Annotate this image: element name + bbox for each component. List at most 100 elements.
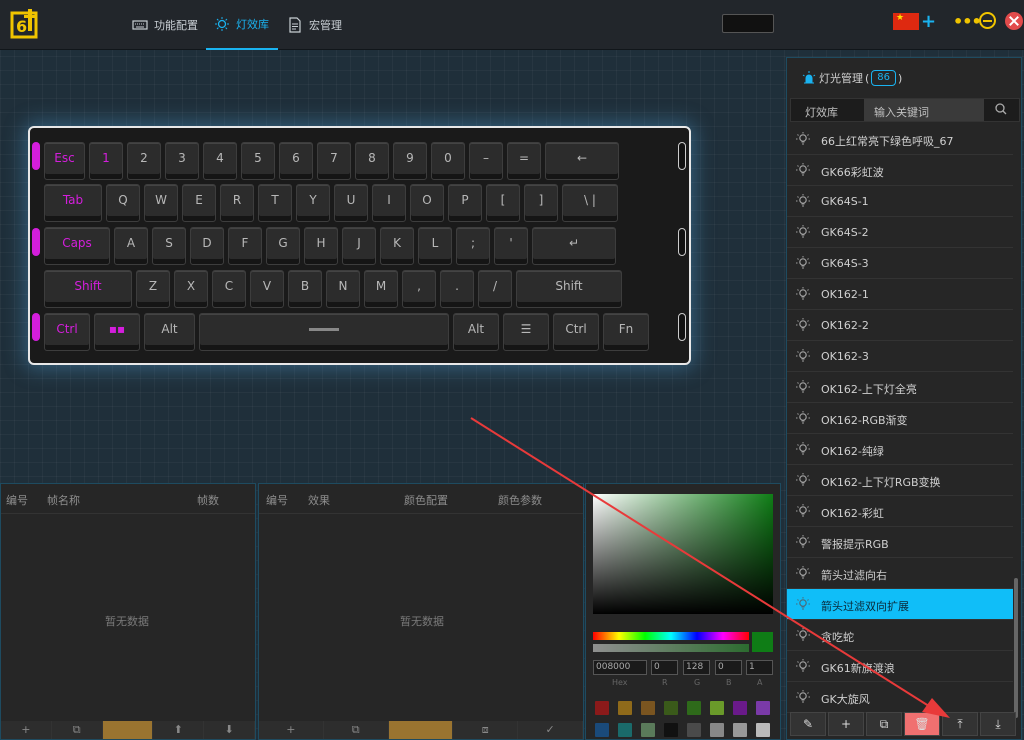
- color-swatch[interactable]: [710, 723, 724, 737]
- effect-list-item[interactable]: OK162-上下灯RGB变换: [787, 465, 1013, 496]
- key-2-12[interactable]: ↵: [532, 227, 616, 265]
- key-0-1[interactable]: 1: [89, 142, 123, 180]
- new-effect-button[interactable]: +: [828, 712, 864, 736]
- key-2-2[interactable]: S: [152, 227, 186, 265]
- key-3-6[interactable]: N: [326, 270, 360, 308]
- key-2-6[interactable]: H: [304, 227, 338, 265]
- key-1-6[interactable]: Y: [296, 184, 330, 222]
- key-0-10[interactable]: 0: [431, 142, 465, 180]
- key-3-10[interactable]: /: [478, 270, 512, 308]
- key-1-11[interactable]: [: [486, 184, 520, 222]
- effect-list-item[interactable]: OK162-彩虹: [787, 496, 1013, 527]
- color-swatch[interactable]: [618, 723, 632, 737]
- key-1-10[interactable]: P: [448, 184, 482, 222]
- key-4-2[interactable]: Alt: [144, 313, 195, 351]
- key-3-1[interactable]: Z: [136, 270, 170, 308]
- copy-effect-button[interactable]: ⧉: [323, 721, 389, 739]
- duplicate-effect-button[interactable]: ⧈: [453, 721, 519, 739]
- key-1-2[interactable]: W: [144, 184, 178, 222]
- search-icon[interactable]: [994, 102, 1008, 116]
- effect-list-item[interactable]: GK大旋风: [787, 682, 1013, 713]
- library-scrollbar[interactable]: [1014, 578, 1018, 718]
- key-0-11[interactable]: –: [469, 142, 503, 180]
- key-2-5[interactable]: G: [266, 227, 300, 265]
- color-swatch[interactable]: [664, 723, 678, 737]
- color-swatch[interactable]: [687, 701, 701, 715]
- effect-list-item[interactable]: GK64S-3: [787, 248, 1013, 279]
- key-1-4[interactable]: R: [220, 184, 254, 222]
- color-swatch[interactable]: [733, 701, 747, 715]
- move-down-frame-button[interactable]: ⬇: [204, 721, 255, 739]
- key-4-1[interactable]: ▪▪: [94, 313, 140, 351]
- key-3-8[interactable]: ,: [402, 270, 436, 308]
- key-2-9[interactable]: L: [418, 227, 452, 265]
- key-2-10[interactable]: ;: [456, 227, 490, 265]
- tab-light-library[interactable]: 灯效库: [206, 0, 278, 50]
- a-input[interactable]: 1: [746, 660, 773, 675]
- color-swatch[interactable]: [641, 723, 655, 737]
- color-swatch[interactable]: [756, 723, 770, 737]
- key-2-7[interactable]: J: [342, 227, 376, 265]
- effect-list-item[interactable]: OK162-RGB渐变: [787, 403, 1013, 434]
- effect-list-item[interactable]: OK162-1: [787, 279, 1013, 310]
- effect-list-item[interactable]: 箭头过滤向右: [787, 558, 1013, 589]
- key-4-4[interactable]: Alt: [453, 313, 499, 351]
- saturation-value-area[interactable]: [593, 494, 773, 614]
- key-4-5[interactable]: ☰: [503, 313, 549, 351]
- color-swatch[interactable]: [664, 701, 678, 715]
- confirm-effect-button[interactable]: ✓: [518, 721, 583, 739]
- key-0-4[interactable]: 4: [203, 142, 237, 180]
- add-device-button[interactable]: +: [921, 11, 936, 32]
- close-button[interactable]: [1005, 12, 1023, 30]
- key-0-9[interactable]: 9: [393, 142, 427, 180]
- key-0-3[interactable]: 3: [165, 142, 199, 180]
- color-swatch[interactable]: [687, 723, 701, 737]
- key-1-9[interactable]: O: [410, 184, 444, 222]
- effect-list-item[interactable]: GK64S-1: [787, 186, 1013, 217]
- color-swatch[interactable]: [618, 701, 632, 715]
- effect-list-item[interactable]: GK66彩虹波: [787, 155, 1013, 186]
- copy-frame-button[interactable]: ⧉: [51, 721, 103, 739]
- delete-frame-button[interactable]: [102, 721, 154, 739]
- key-3-0[interactable]: Shift: [44, 270, 132, 308]
- key-1-5[interactable]: T: [258, 184, 292, 222]
- key-3-5[interactable]: B: [288, 270, 322, 308]
- effect-list-item[interactable]: GK61新旗渡浪: [787, 651, 1013, 682]
- key-0-0[interactable]: Esc: [44, 142, 85, 180]
- hex-input[interactable]: 008000: [593, 660, 647, 675]
- delete-library-effect-button[interactable]: 🗑: [904, 712, 940, 736]
- effect-list-item[interactable]: OK162-2: [787, 310, 1013, 341]
- import-effect-button[interactable]: ⤓: [980, 712, 1016, 736]
- key-2-0[interactable]: Caps: [44, 227, 110, 265]
- color-swatch[interactable]: [595, 701, 609, 715]
- export-effect-button[interactable]: ⤒: [942, 712, 978, 736]
- library-search-input[interactable]: 输入关键词: [864, 99, 984, 121]
- key-3-9[interactable]: .: [440, 270, 474, 308]
- key-0-13[interactable]: ←: [545, 142, 619, 180]
- color-swatch[interactable]: [641, 701, 655, 715]
- color-swatch[interactable]: [710, 701, 724, 715]
- g-input[interactable]: 128: [683, 660, 710, 675]
- effect-list-item[interactable]: GK64S-2: [787, 217, 1013, 248]
- copy-library-effect-button[interactable]: ⧉: [866, 712, 902, 736]
- effect-list-item[interactable]: 箭头过滤双向扩展: [787, 589, 1013, 620]
- key-1-8[interactable]: I: [372, 184, 406, 222]
- keyboard-thumbnail-icon[interactable]: [722, 14, 774, 33]
- key-0-12[interactable]: =: [507, 142, 541, 180]
- key-3-11[interactable]: Shift: [516, 270, 622, 308]
- key-0-8[interactable]: 8: [355, 142, 389, 180]
- tab-macro-manage[interactable]: 宏管理: [287, 0, 342, 50]
- color-swatch[interactable]: [733, 723, 747, 737]
- key-2-1[interactable]: A: [114, 227, 148, 265]
- alpha-slider[interactable]: [593, 644, 749, 652]
- library-tab[interactable]: 灯效库: [805, 104, 838, 120]
- key-1-3[interactable]: E: [182, 184, 216, 222]
- key-1-1[interactable]: Q: [106, 184, 140, 222]
- effect-list-item[interactable]: 贪吃蛇: [787, 620, 1013, 651]
- color-swatch[interactable]: [756, 701, 770, 715]
- effect-list-item[interactable]: 66上红常亮下绿色呼吸_67: [787, 124, 1013, 155]
- add-effect-button[interactable]: +: [259, 721, 324, 739]
- b-input[interactable]: 0: [715, 660, 742, 675]
- key-0-6[interactable]: 6: [279, 142, 313, 180]
- china-flag-icon[interactable]: ★: [893, 13, 919, 30]
